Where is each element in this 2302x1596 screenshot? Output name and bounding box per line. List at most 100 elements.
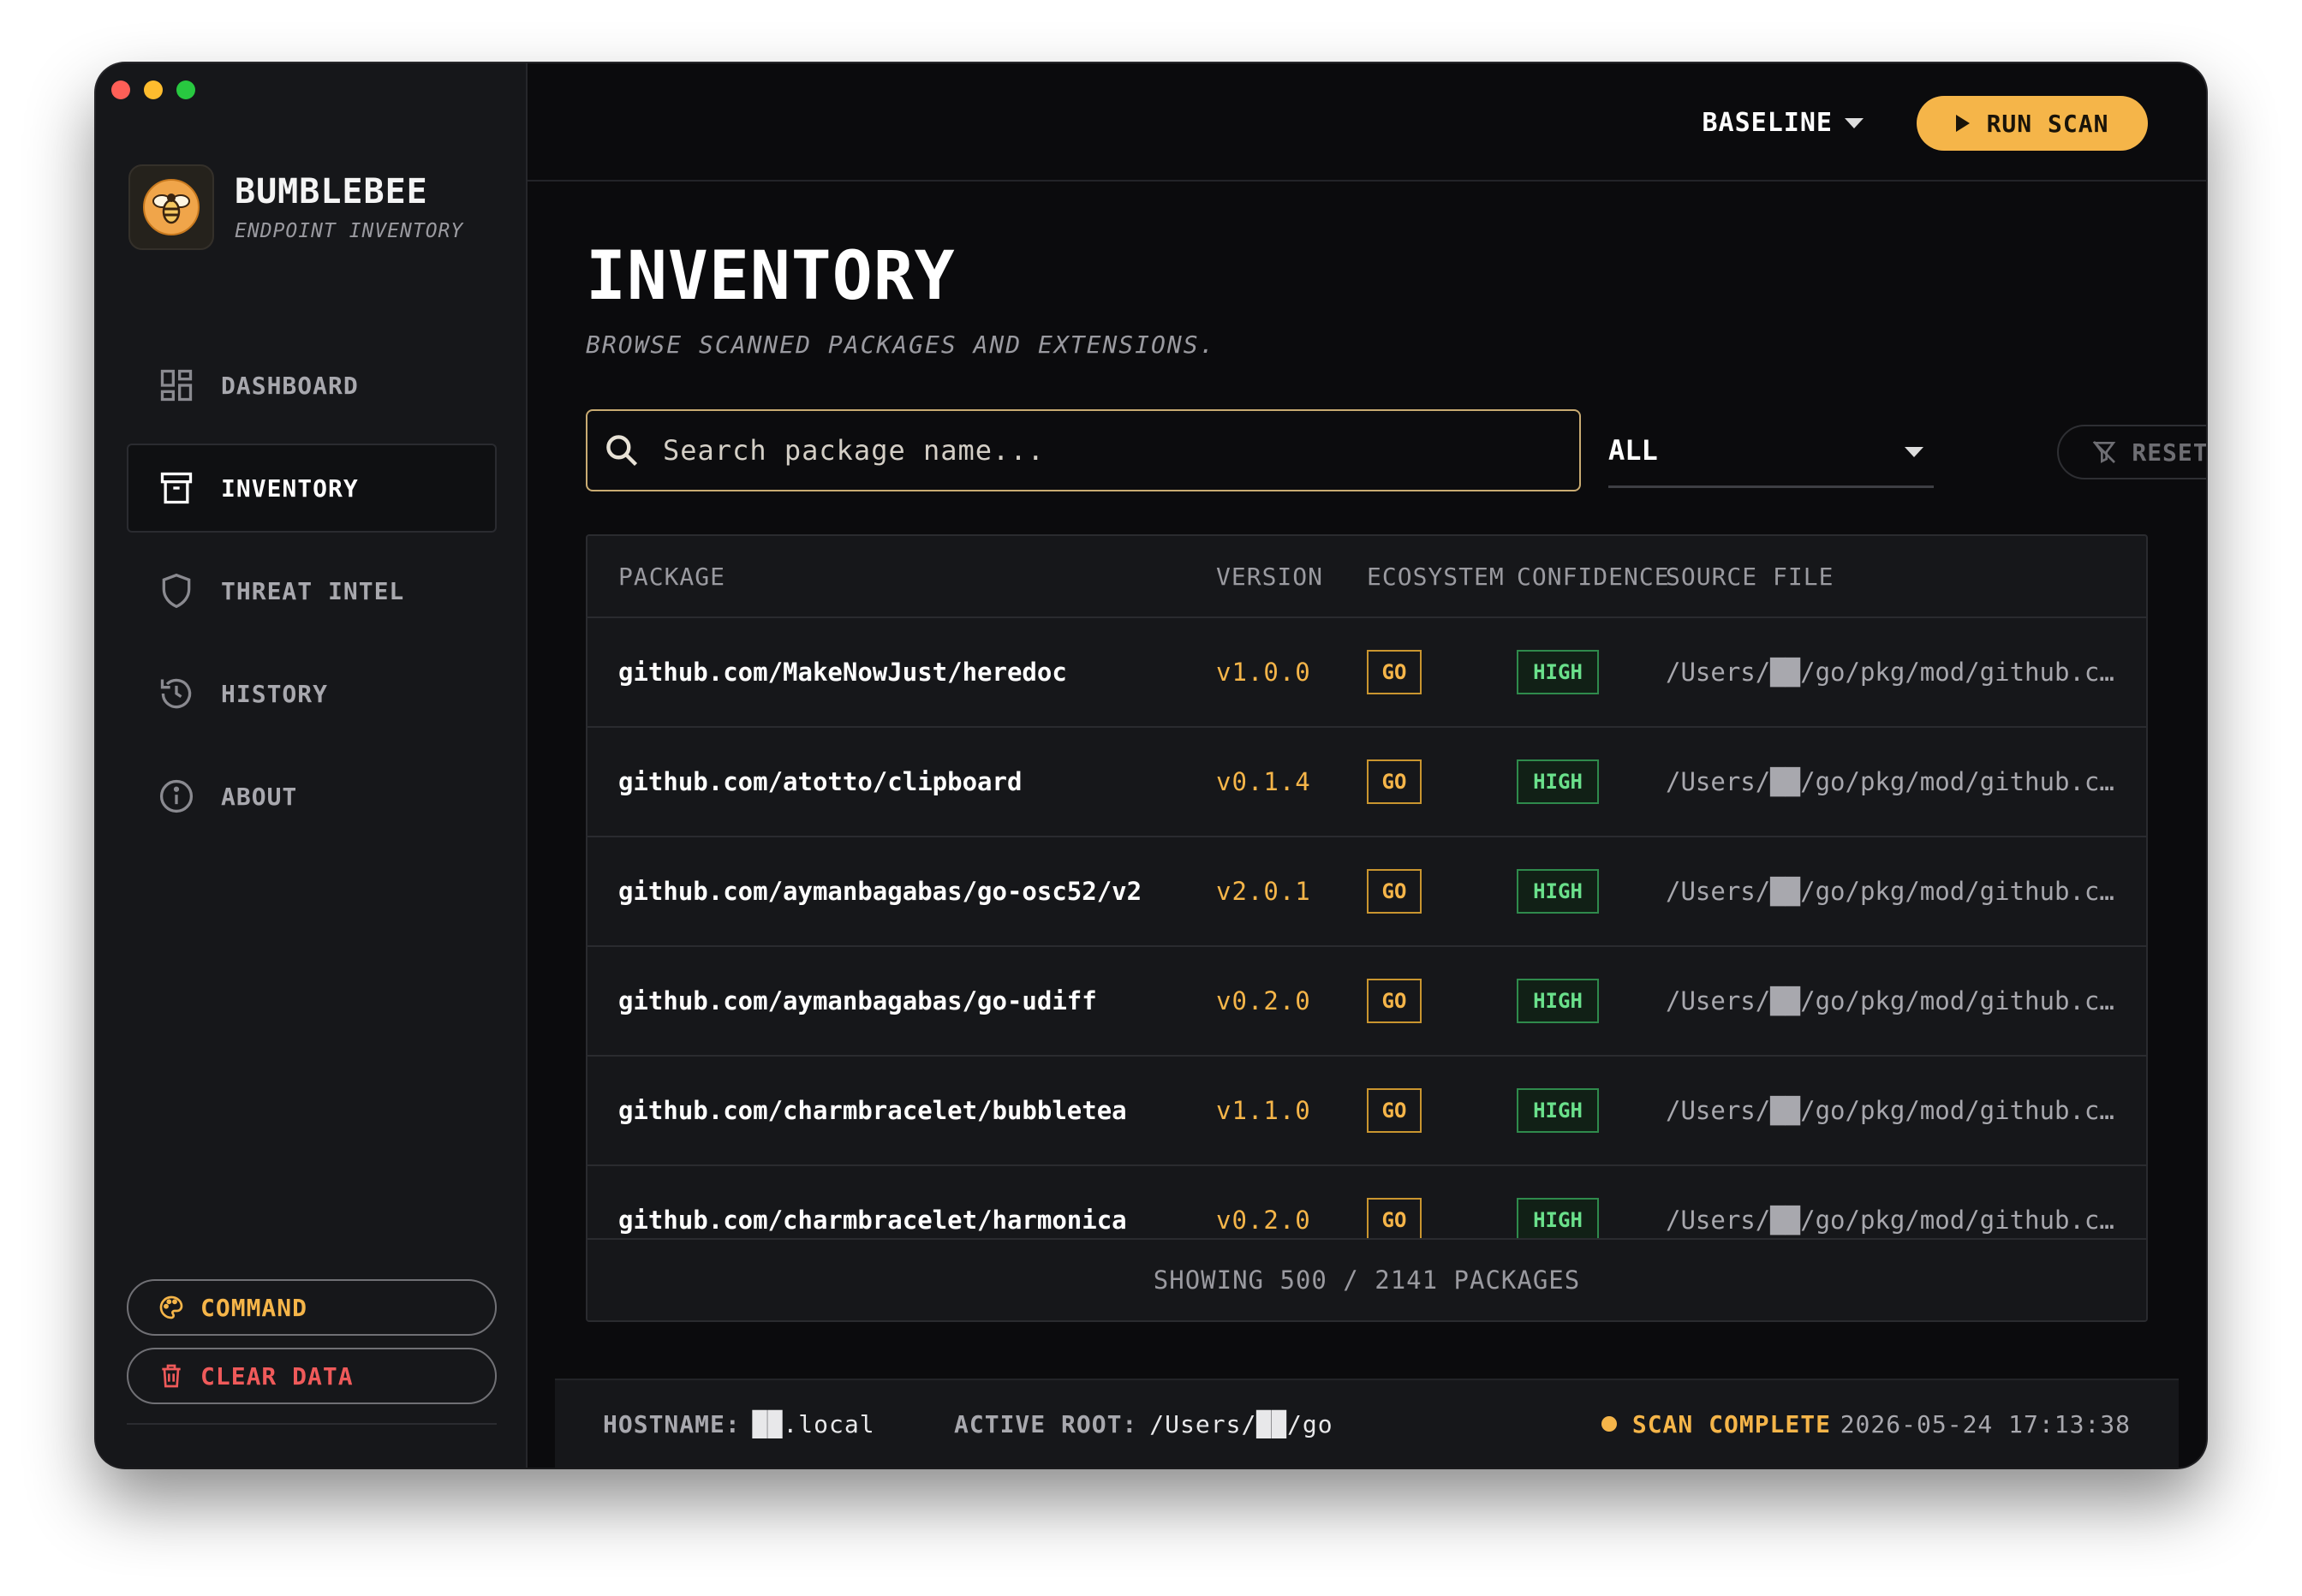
top-bar: BASELINE RUN SCAN xyxy=(528,63,2206,182)
history-icon xyxy=(160,678,192,709)
table-row[interactable]: github.com/charmbracelet/harmonica v0.2.… xyxy=(587,1166,2146,1240)
confidence-badge: HIGH xyxy=(1517,979,1599,1023)
sidebar-nav: DASHBOARD INVENTORY THREAT INTEL HISTORY xyxy=(127,341,497,855)
command-button[interactable]: COMMAND xyxy=(127,1279,497,1336)
package-name: github.com/aymanbagabas/go-osc52/v2 xyxy=(618,877,1142,906)
package-version: v0.2.0 xyxy=(1216,1206,1311,1235)
sidebar-item-threat-intel[interactable]: THREAT INTEL xyxy=(127,546,497,635)
source-file-path: /Users/██/go/pkg/mod/github.c… xyxy=(1666,1096,2114,1125)
active-root-value: /Users/██/go xyxy=(1149,1409,1333,1438)
window-controls xyxy=(111,80,195,99)
hostname-label: HOSTNAME: xyxy=(603,1409,741,1438)
main-content: BASELINE RUN SCAN INVENTORY BROWSE SCANN… xyxy=(528,63,2206,1468)
table-row[interactable]: github.com/charmbracelet/bubbletea v1.1.… xyxy=(587,1057,2146,1166)
ecosystem-badge: GO xyxy=(1367,650,1422,694)
ecosystem-badge: GO xyxy=(1367,1088,1422,1133)
minimize-window-button[interactable] xyxy=(144,80,163,99)
column-header-confidence[interactable]: CONFIDENCE xyxy=(1517,563,1670,591)
ecosystem-badge: GO xyxy=(1367,979,1422,1023)
sidebar-item-label: HISTORY xyxy=(221,679,329,708)
sidebar-item-label: ABOUT xyxy=(221,782,298,811)
active-root-label: ACTIVE ROOT: xyxy=(954,1409,1138,1438)
scan-status-label: SCAN COMPLETE xyxy=(1631,1409,1831,1438)
run-scan-button[interactable]: RUN SCAN xyxy=(1917,96,2148,151)
reset-button[interactable]: RESET xyxy=(2057,425,2206,479)
reset-label: RESET xyxy=(2132,438,2206,467)
status-dot-icon xyxy=(1601,1416,1617,1432)
sidebar-item-label: DASHBOARD xyxy=(221,371,359,400)
hostname-status: HOSTNAME: ██.local xyxy=(603,1410,875,1438)
brand-name: BUMBLEBEE xyxy=(235,172,428,211)
scan-status: SCAN COMPLETE xyxy=(1601,1410,1831,1438)
source-file-path: /Users/██/go/pkg/mod/github.c… xyxy=(1666,877,2114,906)
dashboard-icon xyxy=(160,369,193,402)
ecosystem-filter-select[interactable]: ALL xyxy=(1608,414,1934,488)
page-subtitle: BROWSE SCANNED PACKAGES AND EXTENSIONS. xyxy=(586,331,1216,359)
sidebar-item-dashboard[interactable]: DASHBOARD xyxy=(127,341,497,430)
table-row[interactable]: github.com/aymanbagabas/go-udiff v0.2.0 … xyxy=(587,947,2146,1057)
confidence-badge: HIGH xyxy=(1517,1088,1599,1133)
package-name: github.com/atotto/clipboard xyxy=(618,767,1023,796)
bee-icon xyxy=(128,164,214,250)
column-header-source-file[interactable]: SOURCE FILE xyxy=(1666,563,1834,591)
column-header-version[interactable]: VERSION xyxy=(1216,563,1323,591)
search-box[interactable] xyxy=(586,409,1581,491)
confidence-badge: HIGH xyxy=(1517,869,1599,914)
scan-timestamp: 2026-05-24 17:13:38 xyxy=(1840,1409,2131,1438)
close-window-button[interactable] xyxy=(111,80,130,99)
package-version: v0.2.0 xyxy=(1216,986,1311,1015)
sidebar-item-about[interactable]: ABOUT xyxy=(127,752,497,841)
package-name: github.com/charmbracelet/harmonica xyxy=(618,1206,1127,1235)
package-version: v2.0.1 xyxy=(1216,877,1311,906)
chevron-down-icon xyxy=(1905,447,1923,457)
source-file-path: /Users/██/go/pkg/mod/github.c… xyxy=(1666,767,2114,796)
ecosystem-badge: GO xyxy=(1367,1198,1422,1240)
package-name: github.com/MakeNowJust/heredoc xyxy=(618,658,1067,687)
table-header: PACKAGE VERSION ECOSYSTEM CONFIDENCE SOU… xyxy=(587,536,2146,618)
archive-icon xyxy=(160,472,193,504)
hostname-value: ██.local xyxy=(752,1409,875,1438)
sidebar-item-inventory[interactable]: INVENTORY xyxy=(127,444,497,533)
baseline-dropdown[interactable]: BASELINE xyxy=(1703,108,1864,138)
package-version: v1.1.0 xyxy=(1216,1096,1311,1125)
confidence-badge: HIGH xyxy=(1517,1198,1599,1240)
table-row[interactable]: github.com/atotto/clipboard v0.1.4 GO HI… xyxy=(587,728,2146,837)
table-row[interactable]: github.com/MakeNowJust/heredoc v1.0.0 GO… xyxy=(587,618,2146,728)
table-footer-count: SHOWING 500 / 2141 PACKAGES xyxy=(587,1238,2146,1320)
package-version: v1.0.0 xyxy=(1216,658,1311,687)
active-root-status: ACTIVE ROOT: /Users/██/go xyxy=(954,1410,1333,1438)
command-label: COMMAND xyxy=(200,1293,308,1322)
info-icon xyxy=(159,779,194,813)
page-title: INVENTORY xyxy=(586,238,956,315)
filter-off-icon xyxy=(2093,441,2116,463)
confidence-badge: HIGH xyxy=(1517,650,1599,694)
source-file-path: /Users/██/go/pkg/mod/github.c… xyxy=(1666,1206,2114,1235)
source-file-path: /Users/██/go/pkg/mod/github.c… xyxy=(1666,658,2114,687)
brand: BUMBLEBEE ENDPOINT INVENTORY xyxy=(128,164,463,250)
table-body: github.com/MakeNowJust/heredoc v1.0.0 GO… xyxy=(587,618,2146,1240)
ecosystem-badge: GO xyxy=(1367,759,1422,804)
run-scan-label: RUN SCAN xyxy=(1986,109,2109,138)
column-header-ecosystem[interactable]: ECOSYSTEM xyxy=(1367,563,1505,591)
search-input[interactable] xyxy=(663,434,1579,467)
sidebar-item-label: INVENTORY xyxy=(221,473,359,503)
clear-data-button[interactable]: CLEAR DATA xyxy=(127,1348,497,1404)
palette-icon xyxy=(159,1295,183,1319)
zoom-window-button[interactable] xyxy=(176,80,195,99)
column-header-package[interactable]: PACKAGE xyxy=(618,563,725,591)
play-icon xyxy=(1955,115,1970,132)
ecosystem-badge: GO xyxy=(1367,869,1422,914)
shield-icon xyxy=(162,573,191,609)
clear-data-label: CLEAR DATA xyxy=(200,1361,354,1391)
status-bar: HOSTNAME: ██.local ACTIVE ROOT: /Users/█… xyxy=(555,1379,2179,1468)
trash-icon xyxy=(162,1364,181,1388)
package-version: v0.1.4 xyxy=(1216,767,1311,796)
table-row[interactable]: github.com/aymanbagabas/go-osc52/v2 v2.0… xyxy=(587,837,2146,947)
sidebar-item-label: THREAT INTEL xyxy=(221,576,405,605)
source-file-path: /Users/██/go/pkg/mod/github.c… xyxy=(1666,986,2114,1015)
sidebar-item-history[interactable]: HISTORY xyxy=(127,649,497,738)
sidebar: BUMBLEBEE ENDPOINT INVENTORY DASHBOARD I… xyxy=(96,63,528,1468)
package-name: github.com/charmbracelet/bubbletea xyxy=(618,1096,1127,1125)
chevron-down-icon xyxy=(1845,117,1864,128)
search-icon xyxy=(606,435,638,467)
